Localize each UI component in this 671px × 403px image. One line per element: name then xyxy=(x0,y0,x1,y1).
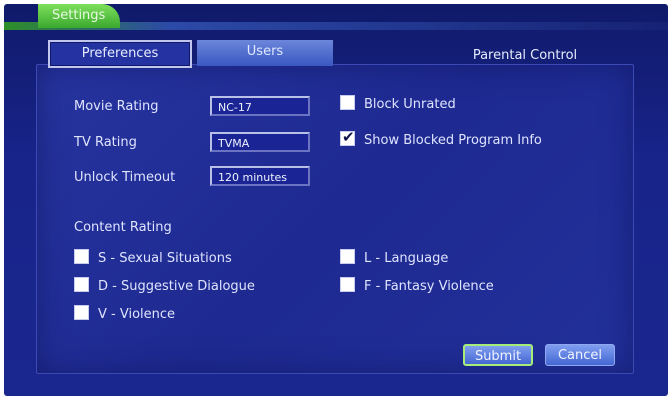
content-rating-title: Content Rating xyxy=(74,220,172,235)
fantasy-violence-label: F - Fantasy Violence xyxy=(364,279,494,294)
language-label: L - Language xyxy=(364,251,449,266)
sexual-situations-label: S - Sexual Situations xyxy=(98,251,232,266)
show-blocked-info-label: Show Blocked Program Info xyxy=(364,133,542,148)
suggestive-dialogue-label: D - Suggestive Dialogue xyxy=(98,279,255,294)
fantasy-violence-checkbox[interactable] xyxy=(340,277,355,292)
unlock-timeout-label: Unlock Timeout xyxy=(74,170,176,185)
violence-checkbox[interactable] xyxy=(74,305,89,320)
tab-users[interactable]: Users xyxy=(197,40,333,66)
tab-preferences[interactable]: Preferences xyxy=(48,40,192,68)
language-checkbox[interactable] xyxy=(340,249,355,264)
tab-settings[interactable]: Settings xyxy=(38,4,120,28)
block-unrated-checkbox[interactable] xyxy=(340,95,355,110)
tv-rating-label: TV Rating xyxy=(74,135,137,150)
block-unrated-label: Block Unrated xyxy=(364,97,456,112)
tab-parental-control[interactable]: Parental Control xyxy=(440,44,610,68)
unlock-timeout-field[interactable]: 120 minutes xyxy=(210,166,310,186)
submit-button[interactable]: Submit xyxy=(463,344,533,366)
settings-screen: Settings Preferences Users Parental Cont… xyxy=(0,0,671,403)
settings-tab-label: Settings xyxy=(52,8,106,23)
show-blocked-info-checkbox[interactable]: ✔ xyxy=(340,128,355,146)
tv-rating-field[interactable]: TVMA xyxy=(210,132,310,152)
movie-rating-label: Movie Rating xyxy=(74,99,159,114)
movie-rating-field[interactable]: NC-17 xyxy=(210,96,310,116)
sexual-situations-checkbox[interactable] xyxy=(74,249,89,264)
cancel-button[interactable]: Cancel xyxy=(545,344,615,366)
suggestive-dialogue-checkbox[interactable] xyxy=(74,277,89,292)
violence-label: V - Violence xyxy=(98,307,176,322)
checkmark-icon: ✔ xyxy=(342,128,355,146)
